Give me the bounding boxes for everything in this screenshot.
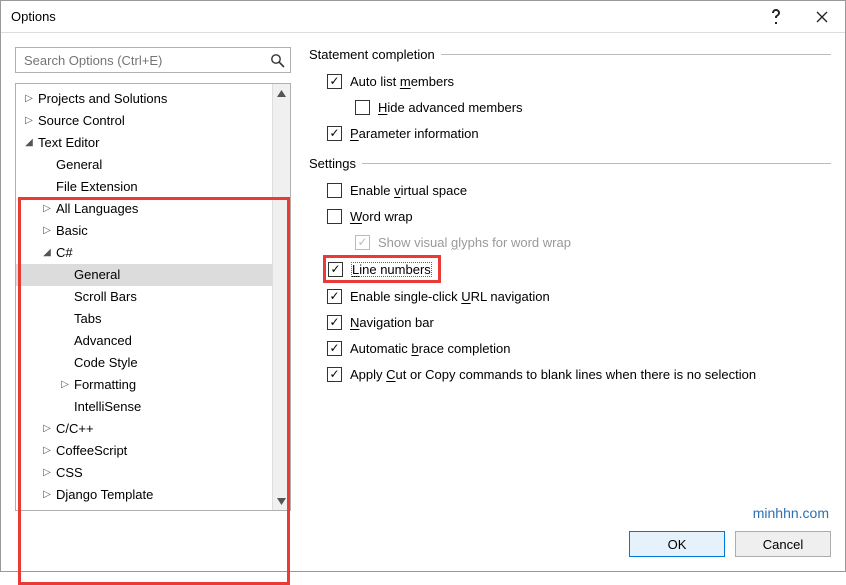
- collapsed-icon[interactable]: ▷: [40, 462, 54, 484]
- collapsed-icon[interactable]: ▷: [22, 88, 36, 110]
- tree-item-label: Scroll Bars: [74, 286, 137, 308]
- group-settings: Settings: [309, 156, 831, 171]
- tree-item[interactable]: File Extension: [16, 176, 272, 198]
- cancel-button[interactable]: Cancel: [735, 531, 831, 557]
- tree-item-label: Projects and Solutions: [38, 88, 167, 110]
- annotation-box: ✓ Line numbers: [323, 255, 441, 283]
- word-wrap-checkbox[interactable]: Word wrap: [309, 203, 831, 229]
- scroll-down-icon[interactable]: [273, 492, 290, 510]
- tree-item[interactable]: ▷Django Template: [16, 484, 272, 506]
- tree-item-label: Advanced: [74, 330, 132, 352]
- tree-item-label: All Languages: [56, 198, 138, 220]
- tree-item-label: C#: [56, 242, 73, 264]
- collapsed-icon[interactable]: ▷: [58, 374, 72, 396]
- tree-item[interactable]: ◢C#: [16, 242, 272, 264]
- tree-item-label: IntelliSense: [74, 396, 141, 418]
- tree-item[interactable]: IntelliSense: [16, 396, 272, 418]
- tree-item-label: CoffeeScript: [56, 440, 127, 462]
- tree-item[interactable]: ▷CoffeeScript: [16, 440, 272, 462]
- single-click-url-checkbox[interactable]: ✓Enable single-click URL navigation: [309, 283, 831, 309]
- tree-item-label: Django Template: [56, 484, 153, 506]
- tree-item-label: Formatting: [74, 374, 136, 396]
- line-numbers-label: Line numbers: [351, 262, 432, 277]
- enable-virtual-space-checkbox[interactable]: Enable virtual space: [309, 177, 831, 203]
- line-numbers-checkbox[interactable]: ✓: [328, 262, 343, 277]
- navigation-bar-checkbox[interactable]: ✓Navigation bar: [309, 309, 831, 335]
- tree-item-label: General: [74, 264, 120, 286]
- options-tree: ▷Projects and Solutions▷Source Control◢T…: [15, 83, 291, 511]
- collapsed-icon[interactable]: ▷: [40, 418, 54, 440]
- tree-item[interactable]: General: [16, 264, 272, 286]
- collapsed-icon[interactable]: ▷: [22, 110, 36, 132]
- search-icon: [268, 51, 286, 69]
- tree-item[interactable]: ▷Projects and Solutions: [16, 88, 272, 110]
- tree-item-label: Basic: [56, 220, 88, 242]
- settings-panel: Statement completion ✓Auto list members …: [309, 47, 831, 397]
- tree-item-label: Tabs: [74, 308, 101, 330]
- tree-item[interactable]: Advanced: [16, 330, 272, 352]
- tree-item[interactable]: Scroll Bars: [16, 286, 272, 308]
- tree-item-label: Source Control: [38, 110, 125, 132]
- search-input[interactable]: [22, 52, 264, 69]
- collapsed-icon[interactable]: ▷: [40, 484, 54, 506]
- brace-completion-checkbox[interactable]: ✓Automatic brace completion: [309, 335, 831, 361]
- help-button[interactable]: [753, 1, 799, 33]
- tree-item[interactable]: Code Style: [16, 352, 272, 374]
- expanded-icon[interactable]: ◢: [22, 132, 36, 154]
- collapsed-icon[interactable]: ▷: [40, 220, 54, 242]
- search-box[interactable]: [15, 47, 291, 73]
- collapsed-icon[interactable]: ▷: [40, 440, 54, 462]
- group-statement-completion: Statement completion: [309, 47, 831, 62]
- tree-item[interactable]: General: [16, 154, 272, 176]
- tree-item-label: General: [56, 154, 102, 176]
- tree-item[interactable]: ▷Basic: [16, 220, 272, 242]
- tree-item[interactable]: ◢Text Editor: [16, 132, 272, 154]
- show-visual-glyphs-checkbox: ✓Show visual glyphs for word wrap: [309, 229, 831, 255]
- cut-copy-blank-checkbox[interactable]: ✓Apply Cut or Copy commands to blank lin…: [309, 361, 831, 387]
- tree-item-label: C/C++: [56, 418, 94, 440]
- window-controls: [753, 1, 845, 33]
- tree-item[interactable]: ▷All Languages: [16, 198, 272, 220]
- tree-item-label: Text Editor: [38, 132, 99, 154]
- close-button[interactable]: [799, 1, 845, 33]
- scroll-up-icon[interactable]: [273, 84, 290, 102]
- tree-item-label: Code Style: [74, 352, 138, 374]
- expanded-icon[interactable]: ◢: [40, 242, 54, 264]
- tree-item[interactable]: ▷Formatting: [16, 374, 272, 396]
- tree-item[interactable]: ▷CSS: [16, 462, 272, 484]
- tree-item[interactable]: Tabs: [16, 308, 272, 330]
- parameter-information-checkbox[interactable]: ✓Parameter information: [309, 120, 831, 146]
- tree-scrollbar[interactable]: [272, 84, 290, 510]
- group-title: Statement completion: [309, 47, 435, 62]
- tree-item[interactable]: ▷Source Control: [16, 110, 272, 132]
- collapsed-icon[interactable]: ▷: [40, 198, 54, 220]
- hide-advanced-members-checkbox[interactable]: Hide advanced members: [309, 94, 831, 120]
- watermark: minhhn.com: [753, 505, 829, 521]
- group-title: Settings: [309, 156, 356, 171]
- window-title: Options: [11, 9, 56, 24]
- tree-item-label: File Extension: [56, 176, 138, 198]
- ok-button[interactable]: OK: [629, 531, 725, 557]
- tree-item[interactable]: ▷C/C++: [16, 418, 272, 440]
- title-bar: Options: [1, 1, 845, 33]
- tree-item-label: CSS: [56, 462, 83, 484]
- auto-list-members-checkbox[interactable]: ✓Auto list members: [309, 68, 831, 94]
